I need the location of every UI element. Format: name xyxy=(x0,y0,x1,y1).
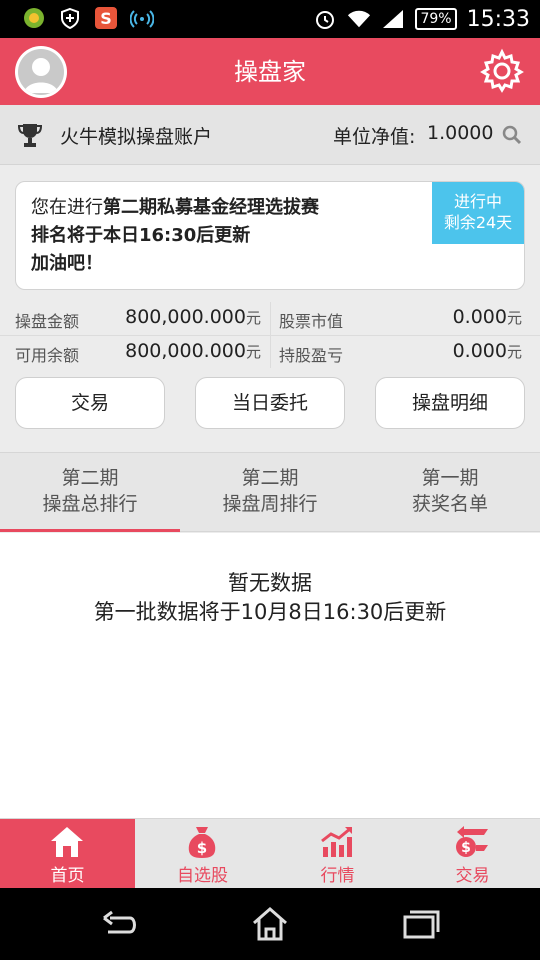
stat-label: 股票市值 xyxy=(279,312,344,331)
empty-state-title: 暂无数据 xyxy=(228,571,312,595)
wifi-hotspot-icon xyxy=(130,6,154,30)
stat-value: 800,000.000元 xyxy=(125,340,261,362)
notice-text: 您在进行第二期私募基金经理选拔赛 排名将于本日16:30后更新 加油吧！ xyxy=(31,197,319,274)
status-badge: 进行中 剩余24天 xyxy=(432,182,524,244)
active-tab-indicator xyxy=(0,529,180,532)
stat-label: 操盘金额 xyxy=(15,312,80,331)
divider xyxy=(270,302,271,368)
bottom-nav: 首页 $ 自选股 行情 $ 交易 xyxy=(0,818,540,889)
nav-watchlist[interactable]: $ 自选股 xyxy=(135,819,270,889)
tab-winners-list[interactable]: 第一期 获奖名单 xyxy=(360,465,540,517)
daily-orders-button[interactable]: 当日委托 xyxy=(195,377,345,429)
stat-value: 0.000元 xyxy=(452,306,522,328)
app-header: 操盘家 xyxy=(0,38,540,105)
page-title: 操盘家 xyxy=(234,58,306,86)
stat-label: 可用余额 xyxy=(15,346,80,365)
svg-text:$: $ xyxy=(197,839,207,857)
account-row: 火牛模拟操盘账户 单位净值: 1.0000 xyxy=(0,105,540,165)
money-bag-icon: $ xyxy=(188,827,216,858)
ranking-content: 暂无数据 第一批数据将于10月8日16:30后更新 xyxy=(0,533,540,818)
battery-icon: 79% xyxy=(415,8,457,30)
stat-value: 800,000.000元 xyxy=(125,306,261,328)
recent-apps-icon[interactable] xyxy=(400,906,440,942)
shield-icon xyxy=(58,6,82,30)
back-icon[interactable] xyxy=(100,906,140,942)
account-name: 火牛模拟操盘账户 xyxy=(60,126,213,148)
home-icon xyxy=(51,827,83,857)
alarm-icon xyxy=(313,7,337,31)
status-bar: S 79% 15:33 xyxy=(0,0,540,38)
svg-text:$: $ xyxy=(461,840,471,856)
home-icon[interactable] xyxy=(250,906,290,942)
nav-market[interactable]: 行情 xyxy=(270,819,405,889)
search-icon[interactable] xyxy=(502,125,522,145)
empty-state-message: 第一批数据将于10月8日16:30后更新 xyxy=(93,600,447,624)
wifi-icon xyxy=(347,7,371,31)
stat-value: 0.000元 xyxy=(452,340,522,362)
trading-details-button[interactable]: 操盘明细 xyxy=(375,377,525,429)
tab-weekly-ranking[interactable]: 第二期 操盘周排行 xyxy=(180,465,360,517)
ranking-tabs: 第二期 操盘总排行 第二期 操盘周排行 第一期 获奖名单 xyxy=(0,452,540,532)
nav-trade[interactable]: $ 交易 xyxy=(405,819,540,889)
gear-icon[interactable] xyxy=(479,48,525,94)
clock: 15:33 xyxy=(466,6,530,32)
system-nav-bar xyxy=(0,888,540,960)
unit-nav-value: 1.0000 xyxy=(427,122,494,144)
competition-notice[interactable]: 您在进行第二期私募基金经理选拔赛 排名将于本日16:30后更新 加油吧！ 进行中… xyxy=(15,181,525,290)
signal-icon xyxy=(381,7,405,31)
s-app-icon: S xyxy=(94,6,118,30)
tab-total-ranking[interactable]: 第二期 操盘总排行 xyxy=(0,465,180,517)
exchange-icon: $ xyxy=(456,826,488,857)
svg-text:S: S xyxy=(100,9,112,28)
competition-name: 第二期私募基金经理选拔赛 xyxy=(103,197,319,218)
unit-nav-label: 单位净值: xyxy=(333,126,416,148)
chart-icon xyxy=(321,826,352,857)
stat-label: 持股盈亏 xyxy=(279,346,344,365)
nav-home[interactable]: 首页 xyxy=(0,819,135,889)
trade-button[interactable]: 交易 xyxy=(15,377,165,429)
trophy-icon xyxy=(16,121,44,149)
clover-icon xyxy=(22,6,46,30)
